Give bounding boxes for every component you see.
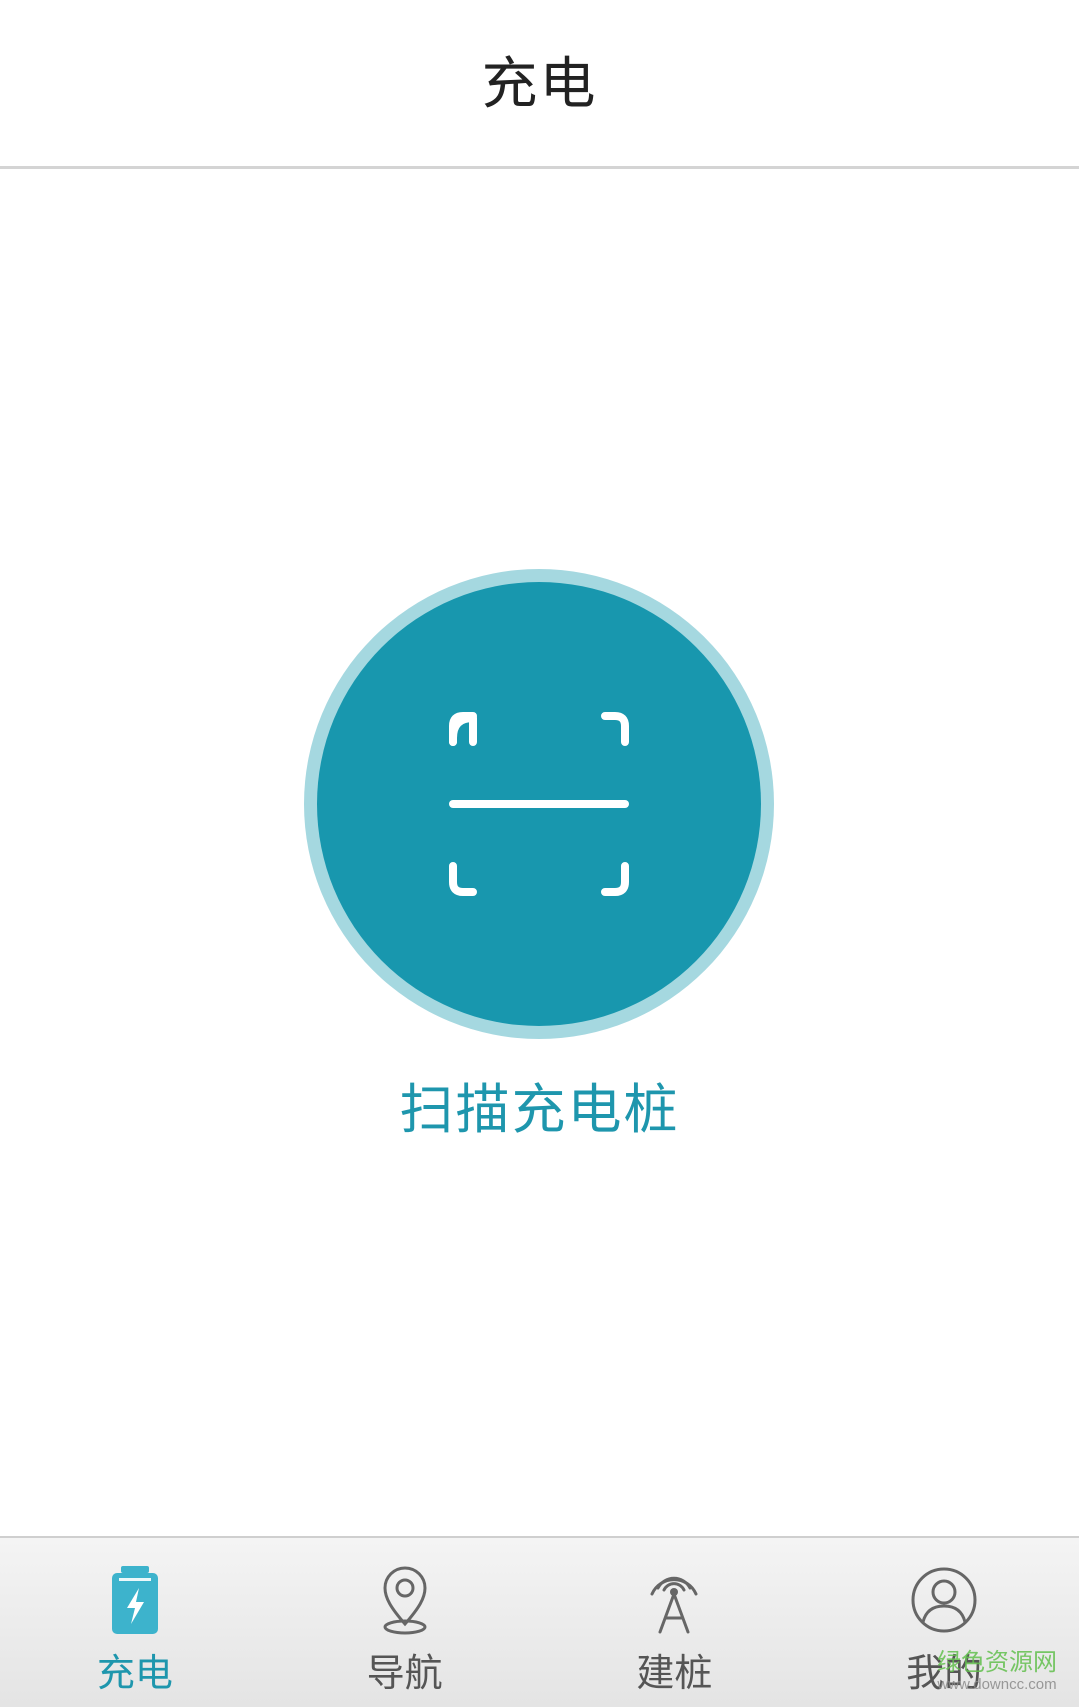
tab-label: 充电	[96, 1651, 173, 1695]
tab-label: 建桩	[636, 1651, 713, 1695]
map-pin-icon	[383, 1566, 427, 1635]
main-content: 扫描充电桩	[0, 169, 1079, 1536]
antenna-tower-icon	[650, 1576, 698, 1634]
top-bar: 充电	[0, 0, 1079, 169]
watermark-name: 绿色资源网	[937, 1649, 1057, 1677]
scan-button-inner	[317, 582, 761, 1026]
tab-build-charger[interactable]: 建桩	[540, 1538, 810, 1707]
scan-button[interactable]	[304, 569, 774, 1039]
page-title: 充电	[481, 51, 598, 117]
battery-charging-icon	[111, 1566, 158, 1634]
watermark-url: www.downcc.com	[937, 1675, 1057, 1693]
bottom-tab-bar: 充电 导航 建桩 我的 绿色资源网 www.downcc.com	[0, 1536, 1079, 1707]
user-circle-icon	[911, 1567, 977, 1633]
tab-charge[interactable]: 充电	[0, 1538, 270, 1707]
site-watermark: 绿色资源网 www.downcc.com	[937, 1649, 1057, 1693]
scan-charger-label[interactable]: 扫描充电桩	[0, 1065, 1079, 1144]
qr-scan-icon	[449, 712, 629, 896]
tab-navigation[interactable]: 导航	[270, 1538, 540, 1707]
tab-label: 导航	[366, 1651, 443, 1695]
